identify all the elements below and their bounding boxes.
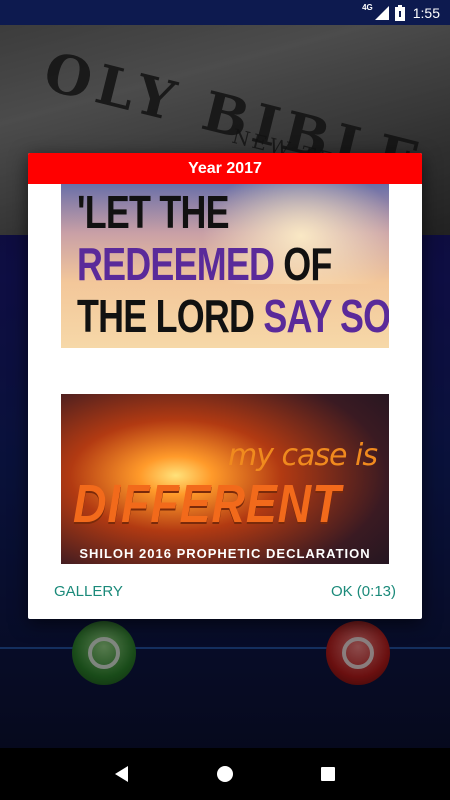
image-text-line1: 'LET THE — [77, 186, 230, 238]
image-text-line2: REDEEMED OF — [77, 240, 332, 288]
ok-button[interactable]: OK (0:13) — [331, 583, 396, 600]
image-text-say-so: SAY SO' — [263, 290, 389, 342]
sermon-image-redeemed[interactable]: 'LET THE REDEEMED OF THE LORD SAY SO' — [61, 184, 389, 348]
home-button[interactable] — [210, 759, 240, 789]
back-button[interactable] — [107, 759, 137, 789]
image-text-line3: THE LORD SAY SO' — [77, 292, 389, 340]
network-type: 4G — [362, 3, 373, 12]
gallery-button[interactable]: GALLERY — [54, 583, 123, 600]
navigation-bar — [0, 748, 450, 800]
image-text-the-lord: THE LORD — [77, 290, 264, 342]
dialog-title: Year 2017 — [28, 153, 422, 184]
recents-icon — [321, 767, 336, 781]
image-text-my-case: my case is — [228, 438, 378, 473]
recents-button[interactable] — [313, 759, 343, 789]
battery-icon — [394, 4, 405, 21]
back-icon — [114, 766, 128, 782]
image-text-different: DIFFERENT — [73, 474, 342, 534]
image-text-declaration: SHILOH 2016 PROPHETIC DECLARATION — [79, 546, 371, 561]
year-dialog: Year 2017 'LET THE REDEEMED OF THE LORD … — [28, 153, 422, 619]
status-bar: 4G 1:55 — [0, 0, 450, 25]
home-icon — [216, 766, 233, 782]
dialog-actions: GALLERY OK (0:13) — [28, 564, 422, 619]
dialog-content[interactable]: 'LET THE REDEEMED OF THE LORD SAY SO' my… — [28, 184, 422, 564]
image-text-redeemed: REDEEMED — [77, 238, 275, 290]
clock: 1:55 — [412, 4, 440, 21]
image-text-of: OF — [274, 238, 332, 290]
sermon-image-different[interactable]: my case is DIFFERENT SHILOH 2016 PROPHET… — [61, 394, 389, 564]
signal-icon — [374, 5, 389, 20]
